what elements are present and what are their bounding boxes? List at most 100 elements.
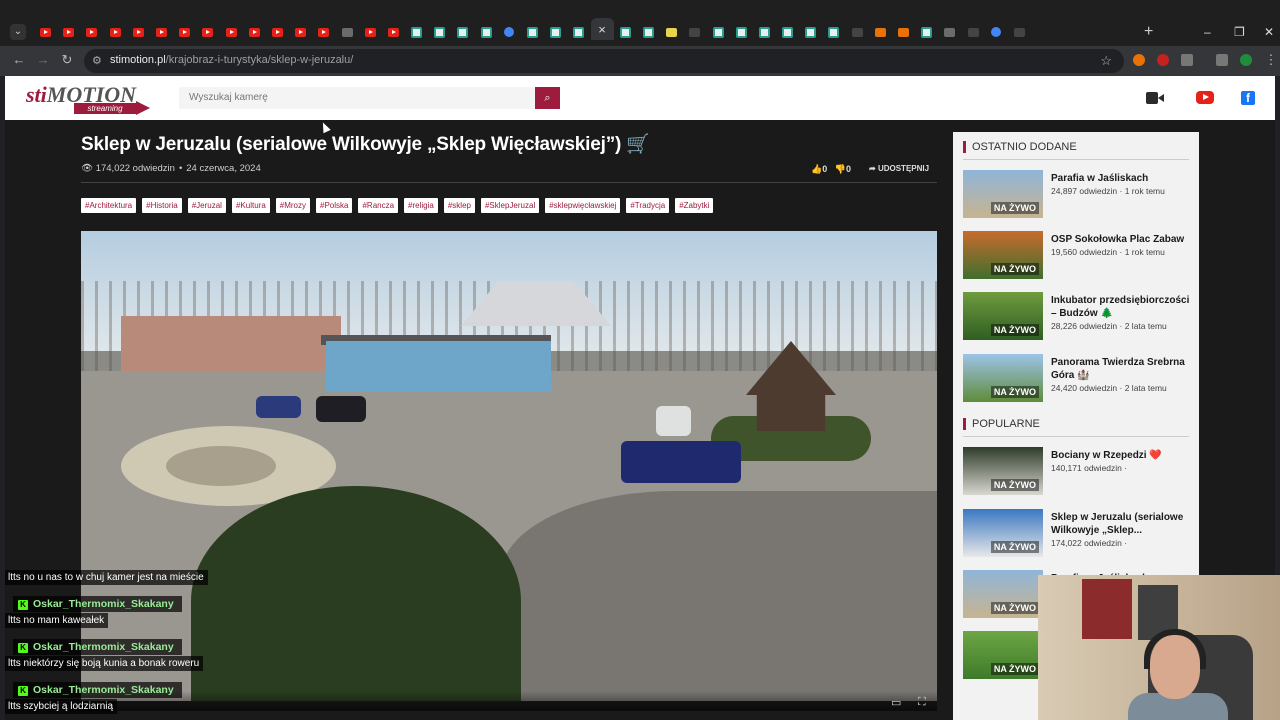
browser-tab[interactable] xyxy=(173,24,196,40)
browser-tab[interactable] xyxy=(150,24,173,40)
facebook-icon[interactable]: f xyxy=(1241,91,1255,105)
video-camera-icon[interactable] xyxy=(1146,92,1164,104)
video-car xyxy=(656,406,691,436)
browser-tab[interactable] xyxy=(799,24,822,40)
close-tab-icon[interactable]: × xyxy=(598,22,606,37)
share-button[interactable]: ➦ UDOSTĘPNIJ xyxy=(869,164,929,173)
minimize-button[interactable]: – xyxy=(1204,24,1211,40)
browser-tab[interactable] xyxy=(451,24,474,40)
sidebar-item-recent[interactable]: NA ŻYWO Inkubator przedsiębiorczości – B… xyxy=(963,292,1193,340)
browser-tab[interactable] xyxy=(614,24,637,40)
extensions-puzzle-icon[interactable] xyxy=(1181,54,1193,66)
browser-tab[interactable] xyxy=(915,24,938,40)
tag-link[interactable]: #sklepwięcławskiej xyxy=(545,198,621,213)
browser-tab[interactable] xyxy=(683,24,706,40)
browser-tab[interactable] xyxy=(243,24,266,40)
search-input[interactable]: Wyszukaj kamerę xyxy=(179,87,535,109)
bookmark-star-icon[interactable]: ☆ xyxy=(1100,53,1112,69)
live-video-player[interactable] xyxy=(81,231,937,701)
tag-link[interactable]: #Historia xyxy=(142,198,182,213)
browser-tab[interactable]: × xyxy=(590,18,614,40)
browser-tab[interactable] xyxy=(521,24,544,40)
browser-tab[interactable] xyxy=(706,24,729,40)
tag-link[interactable]: #sklep xyxy=(443,198,475,213)
browser-tab[interactable] xyxy=(359,24,382,40)
tag-link[interactable]: #Kultura xyxy=(231,198,270,213)
address-bar[interactable]: ⚙ stimotion.pl/krajobraz-i-turystyka/skl… xyxy=(84,49,1124,73)
item-title[interactable]: Panorama Twierdza Srebrna Góra 🏰 xyxy=(1051,356,1191,382)
close-window-button[interactable]: ✕ xyxy=(1264,24,1274,40)
item-title[interactable]: Sklep w Jeruzalu (serialowe Wilkowyje „S… xyxy=(1051,511,1191,537)
tag-link[interactable]: #Tradycja xyxy=(626,198,670,213)
browser-tab[interactable] xyxy=(1008,24,1031,40)
site-logo[interactable]: stiMOTION streaming xyxy=(26,84,151,115)
item-title[interactable]: Bociany w Rzepedzi ❤️ xyxy=(1051,449,1191,462)
tag-link[interactable]: #Rancza xyxy=(358,198,399,213)
browser-tab[interactable] xyxy=(938,24,961,40)
browser-tab[interactable] xyxy=(196,24,219,40)
browser-menu-icon[interactable]: ⋮ xyxy=(1262,52,1280,68)
browser-tab[interactable] xyxy=(312,24,335,40)
item-title[interactable]: Parafia w Jaśliskach xyxy=(1051,172,1191,185)
tag-link[interactable]: #Zabytki xyxy=(675,198,714,213)
thumbs-up-icon[interactable]: 👍 xyxy=(811,164,822,174)
tag-link[interactable]: #religia xyxy=(404,198,438,213)
browser-tab[interactable] xyxy=(660,24,683,40)
browser-tab[interactable] xyxy=(822,24,845,40)
pip-icon[interactable]: ▭ xyxy=(891,696,901,709)
browser-tab[interactable] xyxy=(266,24,289,40)
media-controls-icon[interactable] xyxy=(1216,54,1228,66)
browser-tab[interactable] xyxy=(730,24,753,40)
tag-link[interactable]: #SklepJeruzal xyxy=(480,198,540,213)
browser-tab[interactable] xyxy=(567,24,590,40)
profile-avatar[interactable] xyxy=(1240,54,1252,66)
browser-tab[interactable] xyxy=(104,24,127,40)
item-title[interactable]: Inkubator przedsiębiorczości – Budzów 🌲 xyxy=(1051,294,1191,320)
browser-tab[interactable] xyxy=(289,24,312,40)
back-icon[interactable]: ← xyxy=(10,52,28,67)
browser-tab[interactable] xyxy=(382,24,405,40)
browser-tab[interactable] xyxy=(405,24,428,40)
browser-tab[interactable] xyxy=(335,24,358,40)
sidebar-item-recent[interactable]: NA ŻYWO OSP Sokołowka Plac Zabaw 19,560 … xyxy=(963,231,1193,279)
browser-tab[interactable] xyxy=(127,24,150,40)
tag-link[interactable]: #Mrozy xyxy=(275,198,310,213)
thumbs-down-icon[interactable]: 👎 xyxy=(835,164,846,174)
tag-link[interactable]: #Polska xyxy=(316,198,353,213)
browser-tab[interactable] xyxy=(544,24,567,40)
browser-tab[interactable] xyxy=(637,24,660,40)
url-text[interactable]: stimotion.pl/krajobraz-i-turystyka/sklep… xyxy=(110,54,353,66)
fullscreen-icon[interactable]: ⛶ xyxy=(918,696,926,709)
restore-button[interactable]: ❐ xyxy=(1234,24,1245,40)
tag-link[interactable]: #Architektura xyxy=(81,198,137,213)
youtube-icon[interactable] xyxy=(1196,91,1214,104)
sidebar-item-popular[interactable]: NA ŻYWO Bociany w Rzepedzi ❤️ 140,171 od… xyxy=(963,447,1193,495)
browser-tab[interactable] xyxy=(80,24,103,40)
tag-link[interactable]: #Jeruzal xyxy=(187,198,226,213)
browser-tab[interactable] xyxy=(892,24,915,40)
browser-tab[interactable] xyxy=(428,24,451,40)
sidebar-item-recent[interactable]: NA ŻYWO Parafia w Jaśliskach 24,897 odwi… xyxy=(963,170,1193,218)
browser-tab[interactable] xyxy=(985,24,1008,40)
extension-icon[interactable] xyxy=(1133,54,1145,66)
browser-tab[interactable] xyxy=(846,24,869,40)
browser-tab[interactable] xyxy=(962,24,985,40)
tab-search-dropdown[interactable]: ⌄ xyxy=(10,24,26,40)
browser-tab[interactable] xyxy=(753,24,776,40)
sidebar-item-recent[interactable]: NA ŻYWO Panorama Twierdza Srebrna Góra 🏰… xyxy=(963,354,1193,402)
sidebar-item-popular[interactable]: NA ŻYWO Sklep w Jeruzalu (serialowe Wilk… xyxy=(963,509,1193,557)
site-info-icon[interactable]: ⚙ xyxy=(92,54,102,67)
browser-tab[interactable] xyxy=(34,24,57,40)
browser-tab[interactable] xyxy=(498,24,521,40)
browser-tab[interactable] xyxy=(57,24,80,40)
browser-tab[interactable] xyxy=(869,24,892,40)
browser-tab[interactable] xyxy=(220,24,243,40)
new-tab-button[interactable]: + xyxy=(1144,24,1153,40)
extension-icon[interactable] xyxy=(1157,54,1169,66)
browser-tab[interactable] xyxy=(475,24,498,40)
reload-icon[interactable]: ↻ xyxy=(58,52,76,68)
browser-tab[interactable] xyxy=(776,24,799,40)
forward-icon[interactable]: → xyxy=(34,52,52,67)
item-title[interactable]: OSP Sokołowka Plac Zabaw xyxy=(1051,233,1191,246)
search-button[interactable]: ⌕ xyxy=(535,87,560,109)
